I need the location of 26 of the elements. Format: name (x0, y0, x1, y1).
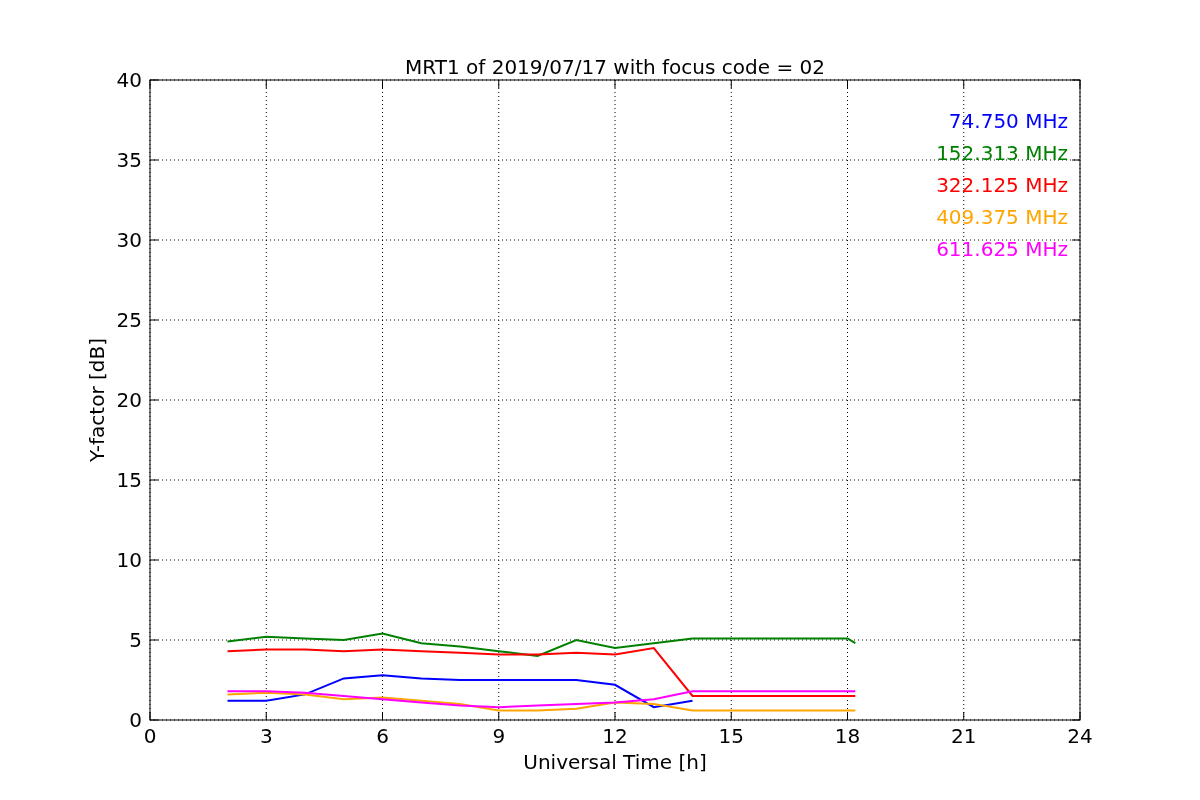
y-tick-label: 30 (116, 228, 142, 252)
legend-label: 409.375 MHz (936, 205, 1068, 229)
chart-title: MRT1 of 2019/07/17 with focus code = 02 (405, 55, 825, 79)
legend-label: 152.313 MHz (936, 141, 1068, 165)
x-tick-label: 24 (1067, 724, 1093, 748)
y-axis-label: Y-factor [dB] (85, 338, 109, 462)
y-tick-label: 15 (116, 468, 142, 492)
legend-label: 611.625 MHz (936, 237, 1068, 261)
x-axis-label: Universal Time [h] (523, 750, 707, 774)
x-tick-label: 0 (143, 724, 157, 748)
x-tick-label: 21 (951, 724, 977, 748)
y-tick-label: 40 (116, 68, 142, 92)
x-tick-label: 3 (259, 724, 273, 748)
y-tick-label: 35 (116, 148, 142, 172)
y-tick-label: 0 (129, 708, 142, 732)
x-tick-label: 12 (602, 724, 628, 748)
legend-label: 322.125 MHz (936, 173, 1068, 197)
x-tick-label: 9 (492, 724, 506, 748)
y-tick-label: 5 (129, 628, 142, 652)
legend-label: 74.750 MHz (948, 109, 1068, 133)
x-tick-label: 15 (718, 724, 744, 748)
y-tick-label: 10 (116, 548, 142, 572)
y-tick-label: 20 (116, 388, 142, 412)
y-tick-label: 25 (116, 308, 142, 332)
x-tick-label: 6 (376, 724, 389, 748)
x-tick-label: 18 (834, 724, 861, 748)
